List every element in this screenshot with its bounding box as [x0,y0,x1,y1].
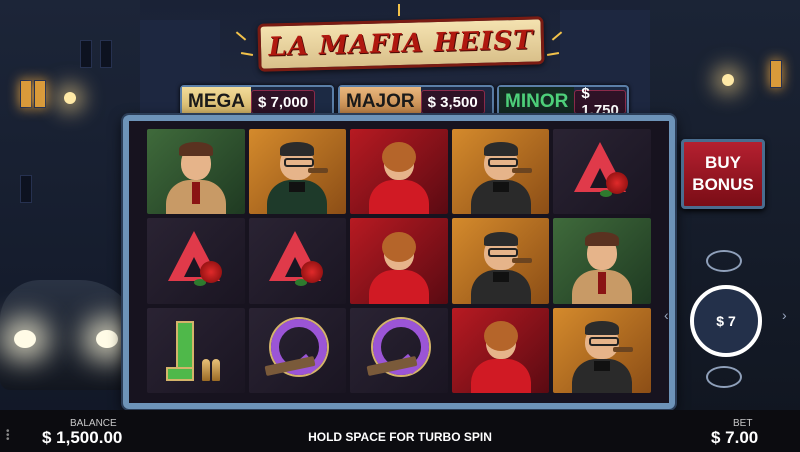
jackpot-label: MINOR [499,87,575,117]
symbol-showgirl [451,307,550,393]
buy-bonus-button[interactable]: BUY BONUS [681,139,765,209]
symbol-boss [248,129,347,215]
reel-grid [147,129,651,393]
detective-figure [567,231,637,304]
jackpot-label: MEGA [182,87,251,117]
symbol-boss [451,218,550,304]
chevron-right-icon[interactable]: › [782,307,787,323]
j-bullets-icon [165,315,226,385]
a-rose-icon [570,141,634,202]
street-lamp [64,92,76,104]
boss-figure [262,142,332,215]
showgirl-figure [364,142,434,215]
buy-bonus-line2: BONUS [692,175,754,194]
window [80,40,92,68]
turbo-icon[interactable] [706,250,742,272]
symbol-j-bullets [147,307,245,393]
lit-window [34,80,46,108]
symbol-a-rose [147,218,245,304]
bet-value: $ 7.00 [711,428,759,447]
car-headlight [96,330,118,348]
game-title: LA MAFIA HEIST [268,25,534,63]
jackpot-value: $ 7,000 [251,90,316,114]
car-headlight [14,330,36,348]
q-revolver-icon [264,315,329,385]
symbol-q-revolver [248,307,347,393]
jackpot-value: $ 1,750 [574,85,626,119]
symbol-showgirl [350,129,448,215]
vintage-car [0,280,140,390]
showgirl-figure [364,231,434,304]
autoplay-icon[interactable] [706,366,742,388]
jackpot-value: $ 3,500 [420,90,485,114]
boss-figure [567,321,637,393]
symbol-a-rose [248,218,347,304]
jackpot-major: MAJOR $ 3,500 [338,85,494,119]
chevron-left-icon[interactable]: ‹ [664,307,669,323]
spin-bet-label: $ 7 [716,313,736,329]
window [20,175,32,203]
symbol-boss [553,307,651,393]
game-title-logo: LA MAFIA HEIST [257,16,545,72]
symbol-detective [553,218,651,304]
title-spark [398,4,400,16]
reel-frame [123,115,675,409]
symbol-a-rose [553,129,651,215]
street-lamp [722,74,734,86]
boss-figure [466,142,536,215]
jackpot-minor: MINOR $ 1,750 [497,85,629,119]
lit-window [770,60,782,88]
buy-bonus-line1: BUY [705,153,741,172]
detective-figure [161,142,231,215]
window [100,40,112,68]
showgirl-figure [466,321,536,393]
jackpot-mega: MEGA $ 7,000 [180,85,334,119]
symbol-q-revolver [350,307,448,393]
symbol-showgirl [350,218,448,304]
q-revolver-icon [366,315,431,385]
turbo-hint: HOLD SPACE FOR TURBO SPIN [308,430,492,444]
jackpot-label: MAJOR [340,87,421,117]
symbol-boss [451,129,550,215]
a-rose-icon [164,230,228,291]
spin-button[interactable]: $ 7 [690,285,762,357]
symbol-detective [147,129,245,215]
lit-window [20,80,32,108]
a-rose-icon [265,230,329,291]
boss-figure [466,231,536,304]
